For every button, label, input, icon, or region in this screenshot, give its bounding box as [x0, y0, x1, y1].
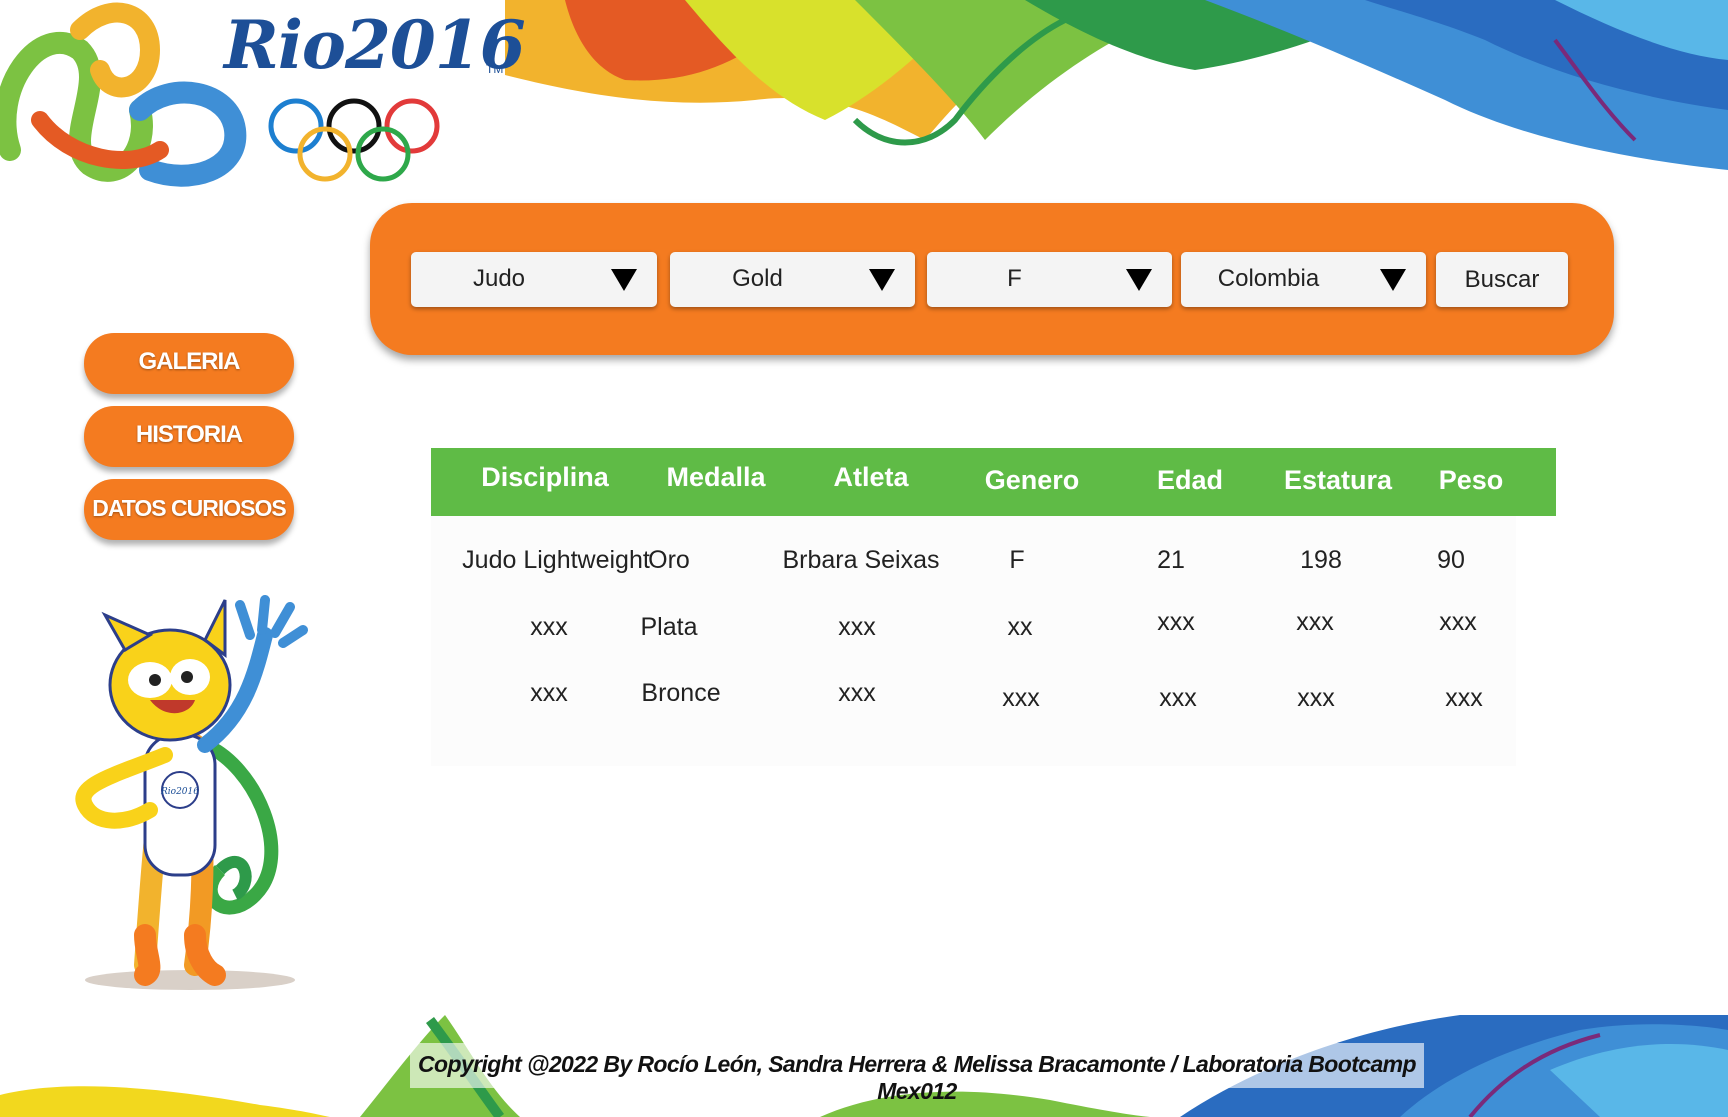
- vinicius-mascot-image: Rio2016: [75, 595, 308, 990]
- table-cell: Oro: [648, 546, 690, 574]
- column-header-peso: Peso: [1438, 465, 1504, 495]
- column-header-medalla: Medalla: [666, 462, 766, 492]
- table-cell: F: [1009, 546, 1025, 574]
- header-decoration: [505, 0, 1728, 170]
- dropdown-arrow-icon: [1126, 269, 1152, 291]
- table-cell: 198: [1300, 546, 1342, 574]
- filter-bar: Judo Gold F Colombia Buscar: [370, 203, 1614, 355]
- mascot-badge-text: Rio2016: [160, 787, 199, 797]
- discipline-select-value: Judo: [472, 265, 526, 292]
- country-select-value: Colombia: [1217, 265, 1320, 292]
- table-cell: xxx: [1296, 608, 1334, 636]
- table-cell: xxx: [530, 613, 568, 641]
- gender-select[interactable]: F: [927, 252, 1172, 307]
- results-table-header: Disciplina Medalla Atleta Genero Edad Es…: [431, 448, 1556, 516]
- column-header-disciplina: Disciplina: [481, 462, 609, 492]
- table-cell: xxx: [838, 679, 876, 707]
- trademark-mark: TM: [486, 62, 504, 76]
- table-cell: xxx: [1445, 684, 1483, 712]
- table-cell: 21: [1157, 546, 1185, 574]
- table-cell: xxx: [838, 613, 876, 641]
- dropdown-arrow-icon: [869, 269, 895, 291]
- dropdown-arrow-icon: [611, 269, 637, 291]
- discipline-select[interactable]: Judo: [411, 252, 657, 307]
- table-cell: Plata: [640, 613, 698, 641]
- olympic-rings-icon: [268, 98, 440, 182]
- country-select[interactable]: Colombia: [1181, 252, 1426, 307]
- table-cell: Brbara Seixas: [782, 546, 940, 574]
- nav-galeria-button[interactable]: GALERIA: [84, 333, 294, 394]
- gender-select-value: F: [1007, 265, 1022, 292]
- table-cell: xxx: [1002, 684, 1040, 712]
- column-header-genero: Genero: [984, 465, 1080, 495]
- table-cell: 90: [1437, 546, 1465, 574]
- table-cell: xxx: [1297, 684, 1335, 712]
- rio2016-emblem: [0, 2, 247, 187]
- nav-historia-button[interactable]: HISTORIA: [84, 406, 294, 467]
- medal-select[interactable]: Gold: [670, 252, 915, 307]
- table-cell: xxx: [1159, 684, 1197, 712]
- table-cell: xxx: [1439, 608, 1477, 636]
- copyright-text: Copyright @2022 By Rocío León, Sandra He…: [418, 1051, 1417, 1104]
- footer: Copyright @2022 By Rocío León, Sandra He…: [410, 1043, 1424, 1104]
- table-cell: Bronce: [641, 679, 721, 707]
- rio2016-logo: Rio2016 TM: [0, 0, 526, 190]
- column-header-atleta: Atleta: [833, 462, 909, 492]
- nav-datos-curiosos-button[interactable]: DATOS CURIOSOS: [84, 479, 294, 540]
- rio2016-wordmark: Rio2016: [224, 6, 526, 84]
- medal-select-value: Gold: [732, 265, 783, 292]
- dropdown-arrow-icon: [1380, 269, 1406, 291]
- results-table-body: Judo Lightweight Oro Brbara Seixas F 21 …: [431, 516, 1516, 766]
- table-cell: xxx: [530, 679, 568, 707]
- search-button[interactable]: Buscar: [1436, 252, 1568, 307]
- table-cell: xx: [1007, 613, 1033, 641]
- table-cell: xxx: [1157, 608, 1195, 636]
- column-header-edad: Edad: [1156, 465, 1223, 495]
